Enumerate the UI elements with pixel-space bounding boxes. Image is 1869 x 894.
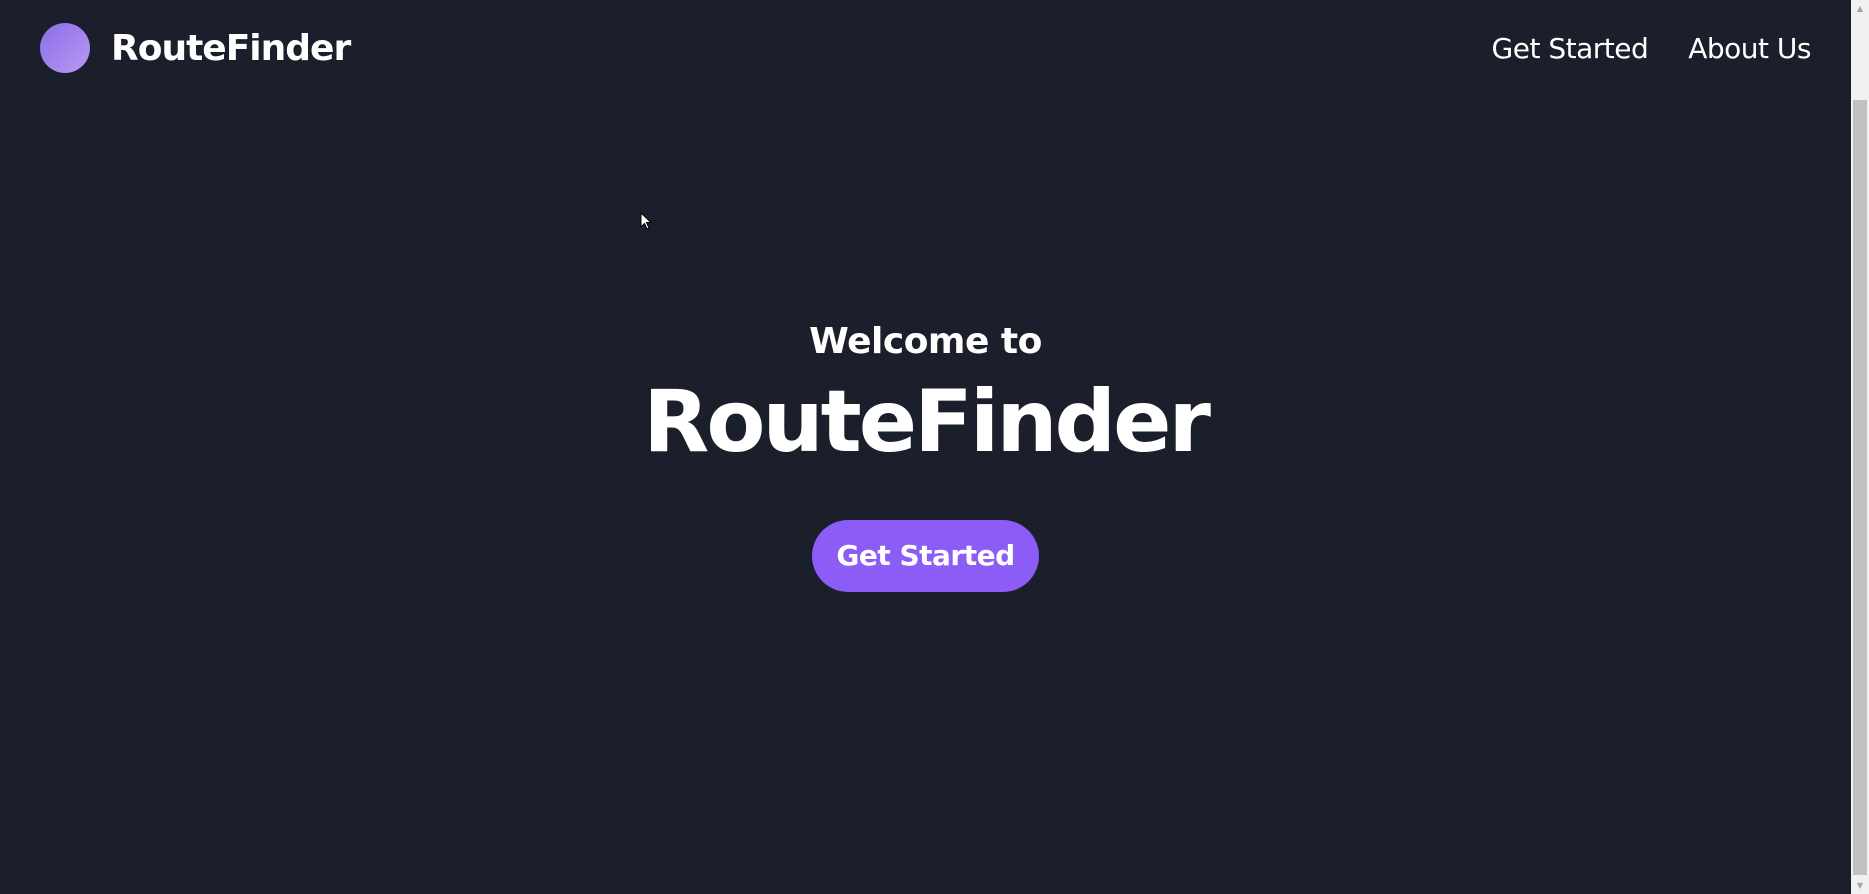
brand-name[interactable]: RouteFinder [111, 27, 351, 71]
chevron-up-icon[interactable]: ▲ [1851, 0, 1869, 17]
hero-title: RouteFinder [643, 372, 1211, 472]
top-nav: Get Started About Us [1492, 30, 1812, 68]
mouse-pointer-icon [640, 212, 653, 230]
scrollbar-thumb[interactable] [1853, 100, 1867, 875]
chevron-down-icon[interactable]: ▼ [1851, 877, 1869, 894]
vertical-scrollbar[interactable]: ▲ ▼ [1851, 0, 1869, 894]
page: RouteFinder Get Started About Us Welcome… [0, 0, 1869, 894]
hero-welcome-text: Welcome to [809, 321, 1042, 362]
site-header: RouteFinder Get Started About Us [0, 0, 1851, 100]
get-started-button[interactable]: Get Started [812, 520, 1039, 592]
hero-section: Welcome to RouteFinder Get Started [0, 320, 1851, 592]
nav-get-started-link[interactable]: Get Started [1492, 30, 1649, 68]
logo-icon[interactable] [40, 23, 90, 73]
nav-about-us-link[interactable]: About Us [1688, 30, 1811, 68]
